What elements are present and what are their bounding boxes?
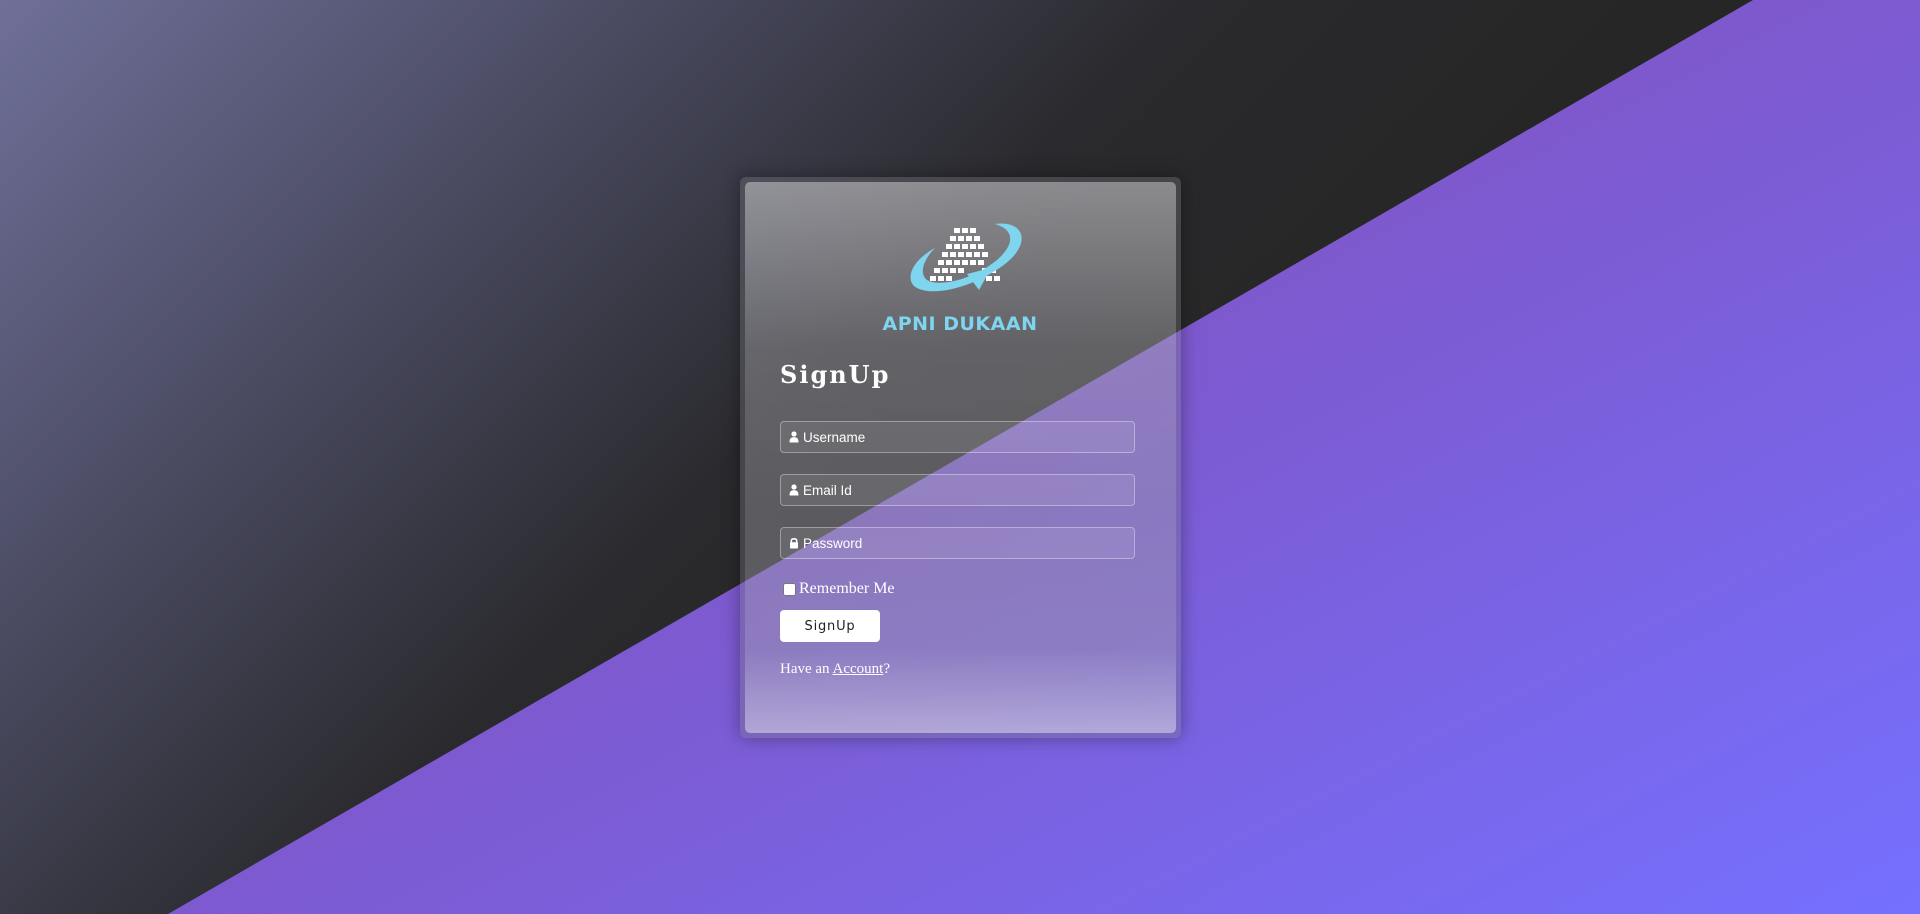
email-field[interactable] — [780, 474, 1135, 506]
have-account-prefix: Have an — [780, 661, 833, 677]
username-field[interactable] — [780, 421, 1135, 453]
user-icon — [788, 483, 800, 497]
password-input[interactable] — [803, 535, 1123, 551]
account-link[interactable]: Account — [832, 661, 883, 677]
remember-me[interactable]: Remember Me — [783, 580, 895, 598]
remember-me-label: Remember Me — [799, 580, 895, 597]
have-account-suffix: ? — [883, 661, 890, 677]
remember-me-checkbox[interactable] — [783, 582, 796, 596]
lock-icon — [788, 536, 800, 550]
have-account-text: Have an Account? — [780, 661, 890, 678]
email-input[interactable] — [803, 482, 1123, 498]
password-field[interactable] — [780, 527, 1135, 559]
user-icon — [788, 430, 800, 444]
username-input[interactable] — [803, 429, 1123, 445]
brand-name: APNI DUKAAN — [882, 313, 1038, 335]
signup-button[interactable]: SignUp — [780, 610, 880, 642]
page-title: SignUp — [780, 360, 891, 389]
